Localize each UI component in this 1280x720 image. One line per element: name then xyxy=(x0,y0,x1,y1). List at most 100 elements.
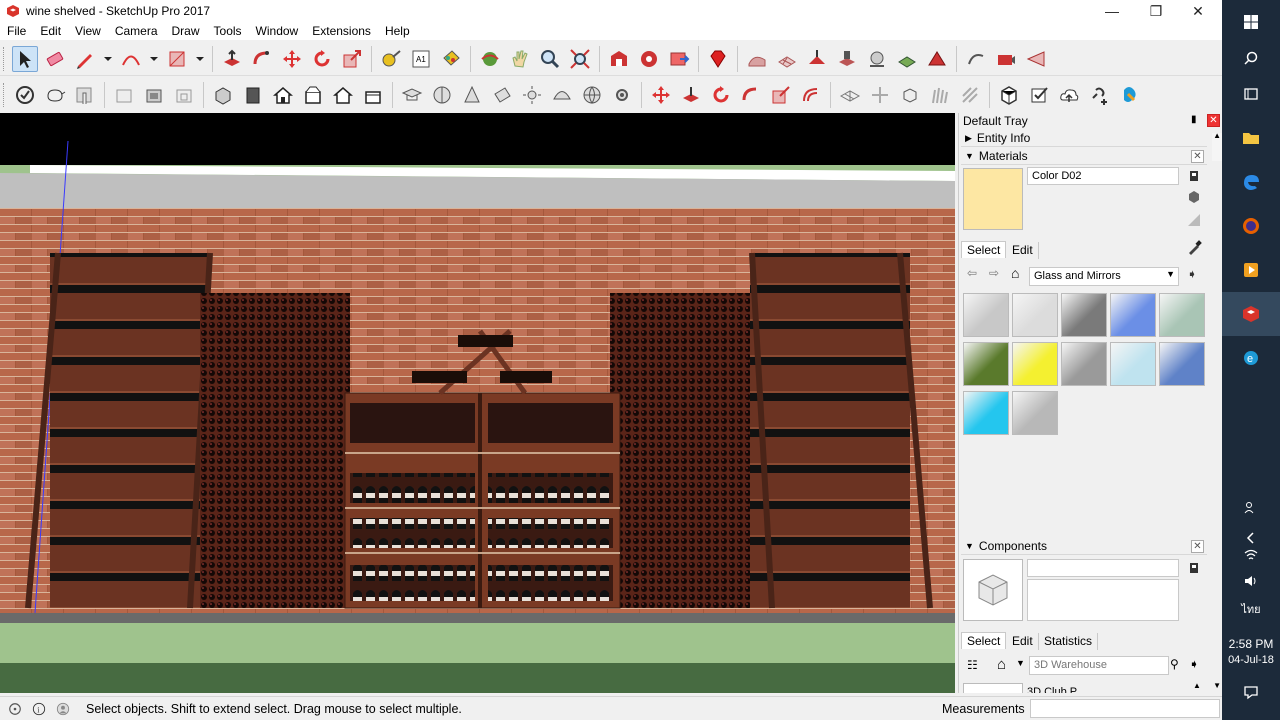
menu-tools[interactable]: Tools xyxy=(207,22,249,40)
rectangle-dropdown[interactable] xyxy=(194,46,206,72)
menu-camera[interactable]: Camera xyxy=(108,22,165,40)
orbit-button[interactable] xyxy=(477,46,503,72)
component-result-thumb[interactable] xyxy=(963,683,1023,693)
top-view-button[interactable] xyxy=(240,82,266,108)
sphere-button[interactable] xyxy=(579,82,605,108)
advanced-camera-button-1[interactable] xyxy=(963,46,989,72)
toolbar-grip[interactable] xyxy=(3,46,7,71)
eyedropper-button[interactable] xyxy=(1187,239,1203,255)
intersect-button[interactable] xyxy=(429,82,455,108)
rotate-button-2[interactable] xyxy=(708,82,734,108)
internet-explorer-button[interactable]: e xyxy=(1222,336,1280,380)
arc-dropdown[interactable] xyxy=(148,46,160,72)
sandbox-button-7[interactable] xyxy=(924,46,950,72)
sandbox-box-button[interactable] xyxy=(897,82,923,108)
details-arrow-icon[interactable]: ➧ xyxy=(1189,657,1199,671)
gear-button[interactable] xyxy=(609,82,635,108)
geo-location-icon[interactable] xyxy=(6,700,24,718)
materials-close-button[interactable]: ✕ xyxy=(1191,150,1204,163)
swatch-speckle[interactable] xyxy=(1012,391,1058,435)
swatch-mirror-2[interactable] xyxy=(1012,293,1058,337)
menu-edit[interactable]: Edit xyxy=(33,22,68,40)
component-name-field[interactable] xyxy=(1027,559,1179,577)
back-edges-button[interactable] xyxy=(42,82,68,108)
back-arrow-icon[interactable]: ⇦ xyxy=(967,266,977,280)
sandbox-button-1[interactable] xyxy=(744,46,770,72)
swatch-mirror-1[interactable] xyxy=(963,293,1009,337)
ruby-console-button[interactable] xyxy=(705,46,731,72)
swatch-cyan[interactable] xyxy=(963,391,1009,435)
swatch-glass-block[interactable] xyxy=(1061,293,1107,337)
input-language[interactable]: ไทย xyxy=(1222,600,1280,618)
menu-view[interactable]: View xyxy=(68,22,108,40)
clock-date[interactable]: 04-Jul-18 xyxy=(1222,654,1280,666)
materials-tab-select[interactable]: Select xyxy=(961,241,1007,258)
trimble-connect-button[interactable] xyxy=(1116,82,1142,108)
model-materials-button[interactable] xyxy=(1187,190,1201,204)
right-view-button[interactable] xyxy=(300,82,326,108)
section-plane-button[interactable] xyxy=(399,82,425,108)
push-pull-button[interactable] xyxy=(219,46,245,72)
entity-info-header[interactable]: ▶ Entity Info xyxy=(961,130,1207,147)
component-search-input[interactable]: 3D Warehouse xyxy=(1029,656,1169,675)
components-tab-select[interactable]: Select xyxy=(961,632,1007,649)
hidden-line-button[interactable] xyxy=(72,82,98,108)
menu-extensions[interactable]: Extensions xyxy=(305,22,378,40)
sandbox-button-4[interactable] xyxy=(834,46,860,72)
details-arrow-icon[interactable]: ➧ xyxy=(1187,267,1197,281)
swatch-yellow[interactable] xyxy=(1012,342,1058,386)
component-description-field[interactable] xyxy=(1027,579,1179,621)
user-account-icon[interactable] xyxy=(54,700,72,718)
share-model-button[interactable] xyxy=(666,46,692,72)
move-copy-button[interactable] xyxy=(648,82,674,108)
eraser-tool-button[interactable] xyxy=(42,46,68,72)
action-center-button[interactable] xyxy=(1222,670,1280,714)
sandbox-button-3[interactable] xyxy=(804,46,830,72)
component-details-button[interactable] xyxy=(1187,561,1201,575)
3d-warehouse-button[interactable] xyxy=(606,46,632,72)
model-viewport[interactable] xyxy=(0,113,955,693)
sandbox-mesh-button[interactable] xyxy=(837,82,863,108)
scroll-up-icon[interactable]: ▲ xyxy=(1213,131,1221,140)
shaded-button[interactable] xyxy=(111,82,137,108)
toolbar-grip[interactable] xyxy=(3,83,7,107)
arc-tool-button[interactable] xyxy=(118,46,144,72)
swatch-dark-green[interactable] xyxy=(963,342,1009,386)
swatch-blue-glass[interactable] xyxy=(1110,293,1156,337)
materials-tab-edit[interactable]: Edit xyxy=(1007,242,1039,259)
forward-arrow-icon[interactable]: ⇨ xyxy=(989,266,999,280)
solid-tools-button[interactable] xyxy=(459,82,485,108)
components-header[interactable]: ▼ Components xyxy=(961,538,1207,555)
component-button[interactable] xyxy=(996,82,1022,108)
monochrome-button[interactable] xyxy=(171,82,197,108)
text-tool-button[interactable]: A1 xyxy=(408,46,434,72)
line-dropdown[interactable] xyxy=(102,46,114,72)
material-library-select[interactable]: Glass and Mirrors ▼ xyxy=(1029,267,1179,286)
paint-bucket-button[interactable] xyxy=(438,46,464,72)
sandbox-button-6[interactable] xyxy=(894,46,920,72)
task-view-button[interactable] xyxy=(1222,72,1280,116)
material-name-field[interactable]: Color D02 xyxy=(1027,167,1179,185)
file-explorer-button[interactable] xyxy=(1222,116,1280,160)
swatch-green-glass[interactable] xyxy=(1159,293,1205,337)
clock-time[interactable]: 2:58 PM xyxy=(1222,637,1280,651)
rotate-tool-button[interactable] xyxy=(309,46,335,72)
sandbox-grass-button[interactable] xyxy=(927,82,953,108)
scale-button-2[interactable] xyxy=(768,82,794,108)
sandbox-grid-button[interactable] xyxy=(867,82,893,108)
move-tool-button[interactable] xyxy=(279,46,305,72)
zoom-button[interactable] xyxy=(537,46,563,72)
volume-button[interactable] xyxy=(1222,566,1280,596)
menu-window[interactable]: Window xyxy=(249,22,306,40)
swatch-sky-reflect[interactable] xyxy=(1159,342,1205,386)
measurements-input[interactable] xyxy=(1030,699,1220,718)
advanced-camera-button-3[interactable] xyxy=(1023,46,1049,72)
scroll-down-icon[interactable]: ▼ xyxy=(1213,681,1221,690)
chevron-down-icon[interactable]: ▼ xyxy=(1016,658,1025,668)
swatch-grey-mirror[interactable] xyxy=(1061,342,1107,386)
pan-button[interactable] xyxy=(507,46,533,72)
shadows-button[interactable] xyxy=(519,82,545,108)
follow-me-button-2[interactable] xyxy=(738,82,764,108)
advanced-camera-button-2[interactable] xyxy=(993,46,1019,72)
credits-icon[interactable]: i xyxy=(30,700,48,718)
